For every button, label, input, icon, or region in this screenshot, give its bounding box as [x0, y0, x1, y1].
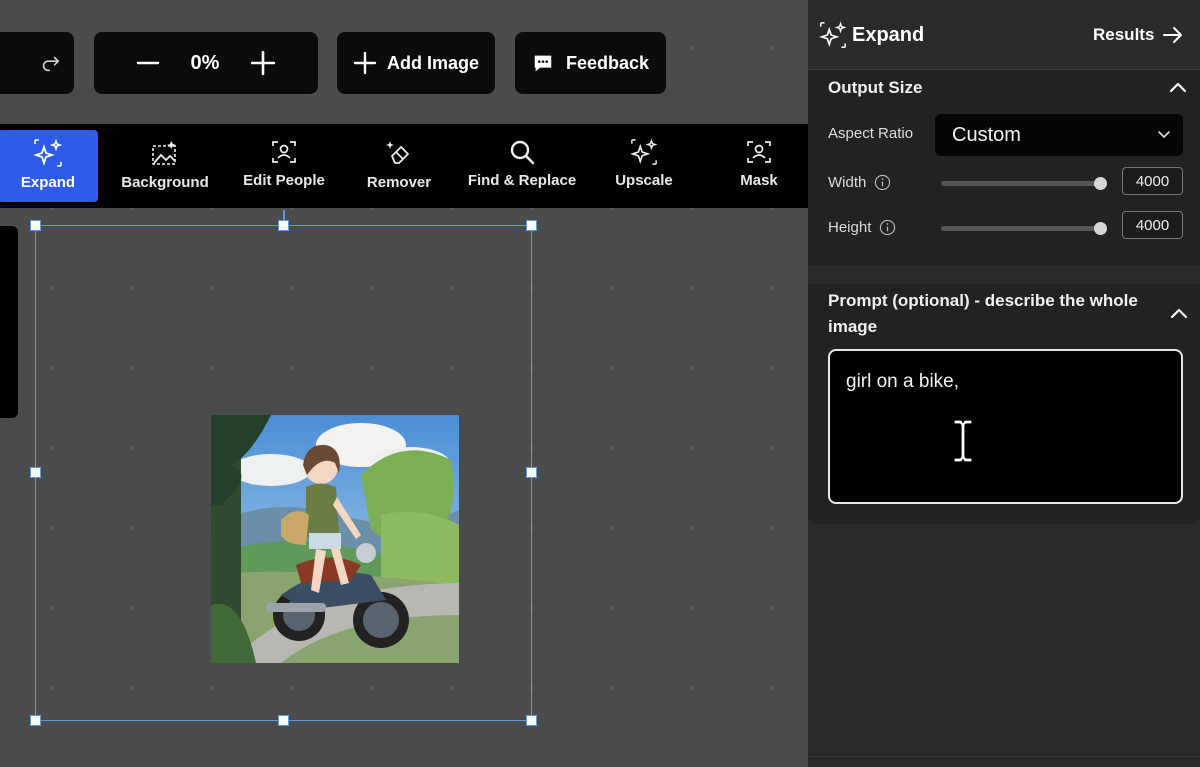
image-edit-icon	[152, 141, 176, 165]
prompt-text: girl on a bike,	[846, 371, 960, 392]
feedback-button[interactable]: Feedback	[515, 32, 666, 94]
resize-handle-bottom-right[interactable]	[526, 715, 537, 726]
tool-label: Find & Replace	[467, 172, 577, 189]
tool-remover[interactable]: Remover	[349, 130, 449, 202]
results-link[interactable]: Results	[1093, 25, 1184, 45]
aspect-ratio-value: Custom	[952, 123, 1021, 146]
sparkles-icon	[630, 138, 658, 165]
width-label: Width	[828, 174, 867, 191]
tool-mask[interactable]: Mask	[709, 130, 808, 202]
eraser-icon	[386, 141, 409, 164]
tool-label: Background	[121, 174, 209, 191]
tool-upscale[interactable]: Upscale	[594, 130, 694, 202]
output-size-title: Output Size	[828, 78, 923, 97]
resize-handle-top[interactable]	[278, 220, 289, 231]
resize-handle-bottom-left[interactable]	[30, 715, 41, 726]
tool-expand[interactable]: Expand	[0, 130, 98, 202]
tool-label: Upscale	[615, 172, 673, 189]
height-label-group: Height	[828, 219, 896, 236]
info-icon[interactable]	[879, 219, 896, 236]
prompt-section: Prompt (optional) - describe the whole i…	[808, 284, 1200, 524]
resize-handle-bottom[interactable]	[278, 715, 289, 726]
search-icon	[510, 140, 535, 165]
prompt-title: Prompt (optional) - describe the whole i…	[828, 291, 1138, 336]
redo-icon	[42, 56, 60, 72]
aspect-ratio-select[interactable]: Custom	[935, 114, 1183, 156]
tool-label: Edit People	[243, 172, 325, 189]
zoom-out-icon[interactable]	[136, 51, 160, 75]
info-icon[interactable]	[874, 174, 891, 191]
girl-on-motorcycle-illustration	[211, 415, 459, 663]
panel-divider	[808, 756, 1200, 757]
feedback-label: Feedback	[565, 52, 650, 73]
width-slider-knob[interactable]	[1094, 177, 1107, 190]
output-size-section: Output Size Aspect Ratio Custom Width 40…	[808, 70, 1200, 265]
arrow-right-icon	[1163, 27, 1183, 43]
resize-handle-right[interactable]	[526, 467, 537, 478]
chevron-up-icon[interactable]	[1169, 80, 1187, 94]
zoom-control: 0%	[94, 32, 318, 94]
width-slider[interactable]	[941, 177, 1107, 190]
tool-background[interactable]: Background	[115, 130, 215, 202]
tool-label: Remover	[366, 174, 432, 191]
tool-edit-people[interactable]: Edit People	[234, 130, 334, 202]
height-input[interactable]: 4000	[1122, 211, 1183, 239]
zoom-value: 0%	[190, 51, 220, 74]
person-scan-icon	[747, 141, 771, 163]
chevron-down-icon	[1158, 131, 1170, 139]
chevron-up-icon[interactable]	[1170, 306, 1188, 320]
text-cursor-icon	[953, 419, 973, 463]
chat-bubble-icon	[534, 55, 552, 72]
aspect-ratio-label: Aspect Ratio	[828, 125, 914, 142]
sparkles-icon	[819, 21, 847, 48]
add-image-button[interactable]: Add Image	[337, 32, 495, 94]
width-label-group: Width	[828, 174, 891, 191]
height-slider[interactable]	[941, 222, 1107, 235]
height-label: Height	[828, 219, 872, 236]
plus-icon	[353, 51, 377, 75]
results-label: Results	[1093, 25, 1155, 44]
panel-title: Expand	[852, 24, 925, 46]
sparkles-icon	[33, 138, 63, 167]
resize-handle-top-left[interactable]	[30, 220, 41, 231]
tool-label: Expand	[20, 174, 76, 191]
resize-handle-left[interactable]	[30, 467, 41, 478]
tool-find-replace[interactable]: Find & Replace	[462, 130, 582, 202]
width-input[interactable]: 4000	[1122, 167, 1183, 195]
height-slider-knob[interactable]	[1094, 222, 1107, 235]
expand-panel: Expand Results Output Size Aspect Ratio …	[808, 0, 1200, 767]
tool-label: Mask	[740, 172, 778, 189]
left-side-rail[interactable]	[0, 226, 18, 418]
canvas-area[interactable]: 0% Add Image Feedback Expand Background …	[0, 0, 808, 767]
source-image[interactable]	[211, 415, 459, 663]
tool-strip: Expand Background Edit People Remover Fi…	[0, 124, 808, 208]
person-scan-icon	[272, 141, 296, 163]
resize-handle-top-right[interactable]	[526, 220, 537, 231]
add-image-label: Add Image	[386, 52, 479, 73]
zoom-in-icon[interactable]	[250, 50, 276, 76]
panel-header: Expand Results	[808, 0, 1200, 70]
redo-button[interactable]	[0, 32, 74, 94]
prompt-textarea[interactable]: girl on a bike,	[828, 349, 1183, 504]
